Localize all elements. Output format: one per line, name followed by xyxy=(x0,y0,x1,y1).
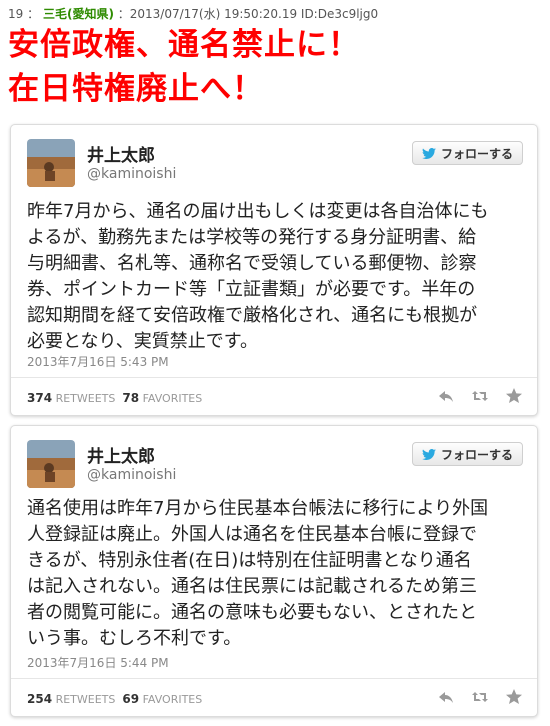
user-handle[interactable]: @kaminoishi xyxy=(87,166,176,182)
follow-button[interactable]: フォローする xyxy=(411,442,523,466)
retweet-count: 254 xyxy=(27,692,53,706)
tweet-card: 井上太郎 @kaminoishi フォローする 通名使用は昨年7月から住民基本台… xyxy=(10,425,538,717)
favorite-count: 78 xyxy=(122,391,140,405)
tweet-timestamp[interactable]: 2013年7月16日 5:44 PM xyxy=(27,654,169,671)
reply-icon[interactable] xyxy=(437,688,455,706)
headline-line-1: 安倍政権、通名禁止に！ xyxy=(8,27,360,63)
favorites-label: FAVORITES xyxy=(142,693,203,706)
retweets-label: RETWEETS xyxy=(55,392,116,405)
star-icon[interactable] xyxy=(505,387,523,405)
user-handle[interactable]: @kaminoishi xyxy=(87,467,176,483)
display-name[interactable]: 井上太郎 xyxy=(87,442,155,467)
display-name[interactable]: 井上太郎 xyxy=(87,141,155,166)
favorites-label: FAVORITES xyxy=(142,392,203,405)
post-header: 19 ： 三毛(愛知県) ：2013/07/17(水) 19:50:20.19 … xyxy=(8,5,378,22)
twitter-bird-icon xyxy=(421,147,436,159)
tweet-stats: 374 RETWEETS 78 FAVORITES xyxy=(27,391,202,405)
retweet-icon[interactable] xyxy=(471,688,489,706)
post-datetime: ：2013/07/17(水) 19:50:20.19 ID:De3c9ljg0 xyxy=(117,7,379,21)
star-icon[interactable] xyxy=(505,688,523,706)
tweet-card: 井上太郎 @kaminoishi フォローする 昨年7月から、通名の届け出もしく… xyxy=(10,124,538,416)
follow-label: フォローする xyxy=(440,447,513,462)
twitter-bird-icon xyxy=(421,448,436,460)
retweet-count: 374 xyxy=(27,391,53,405)
avatar[interactable] xyxy=(27,139,75,187)
tweet-actions xyxy=(437,688,523,706)
divider xyxy=(11,678,537,679)
tweet-text: 昨年7月から、通名の届け出もしくは変更は各自治体にも よるが、勤務先または学校等… xyxy=(27,201,489,352)
follow-button[interactable]: フォローする xyxy=(411,141,523,165)
retweet-icon[interactable] xyxy=(471,387,489,405)
headline-line-2: 在日特権廃止へ！ xyxy=(8,71,264,107)
post-separator: ： xyxy=(27,7,40,21)
avatar[interactable] xyxy=(27,440,75,488)
post-number: 19 xyxy=(8,7,24,21)
tweet-stats: 254 RETWEETS 69 FAVORITES xyxy=(27,692,202,706)
divider xyxy=(11,377,537,378)
poster-name[interactable]: 三毛(愛知県) xyxy=(43,7,114,21)
reply-icon[interactable] xyxy=(437,387,455,405)
tweet-text: 通名使用は昨年7月から住民基本台帳法に移行により外国 人登録証は廃止。外国人は通… xyxy=(27,498,489,649)
retweets-label: RETWEETS xyxy=(55,693,116,706)
tweet-actions xyxy=(437,387,523,405)
tweet-timestamp[interactable]: 2013年7月16日 5:43 PM xyxy=(27,353,169,370)
favorite-count: 69 xyxy=(122,692,140,706)
follow-label: フォローする xyxy=(440,146,513,161)
